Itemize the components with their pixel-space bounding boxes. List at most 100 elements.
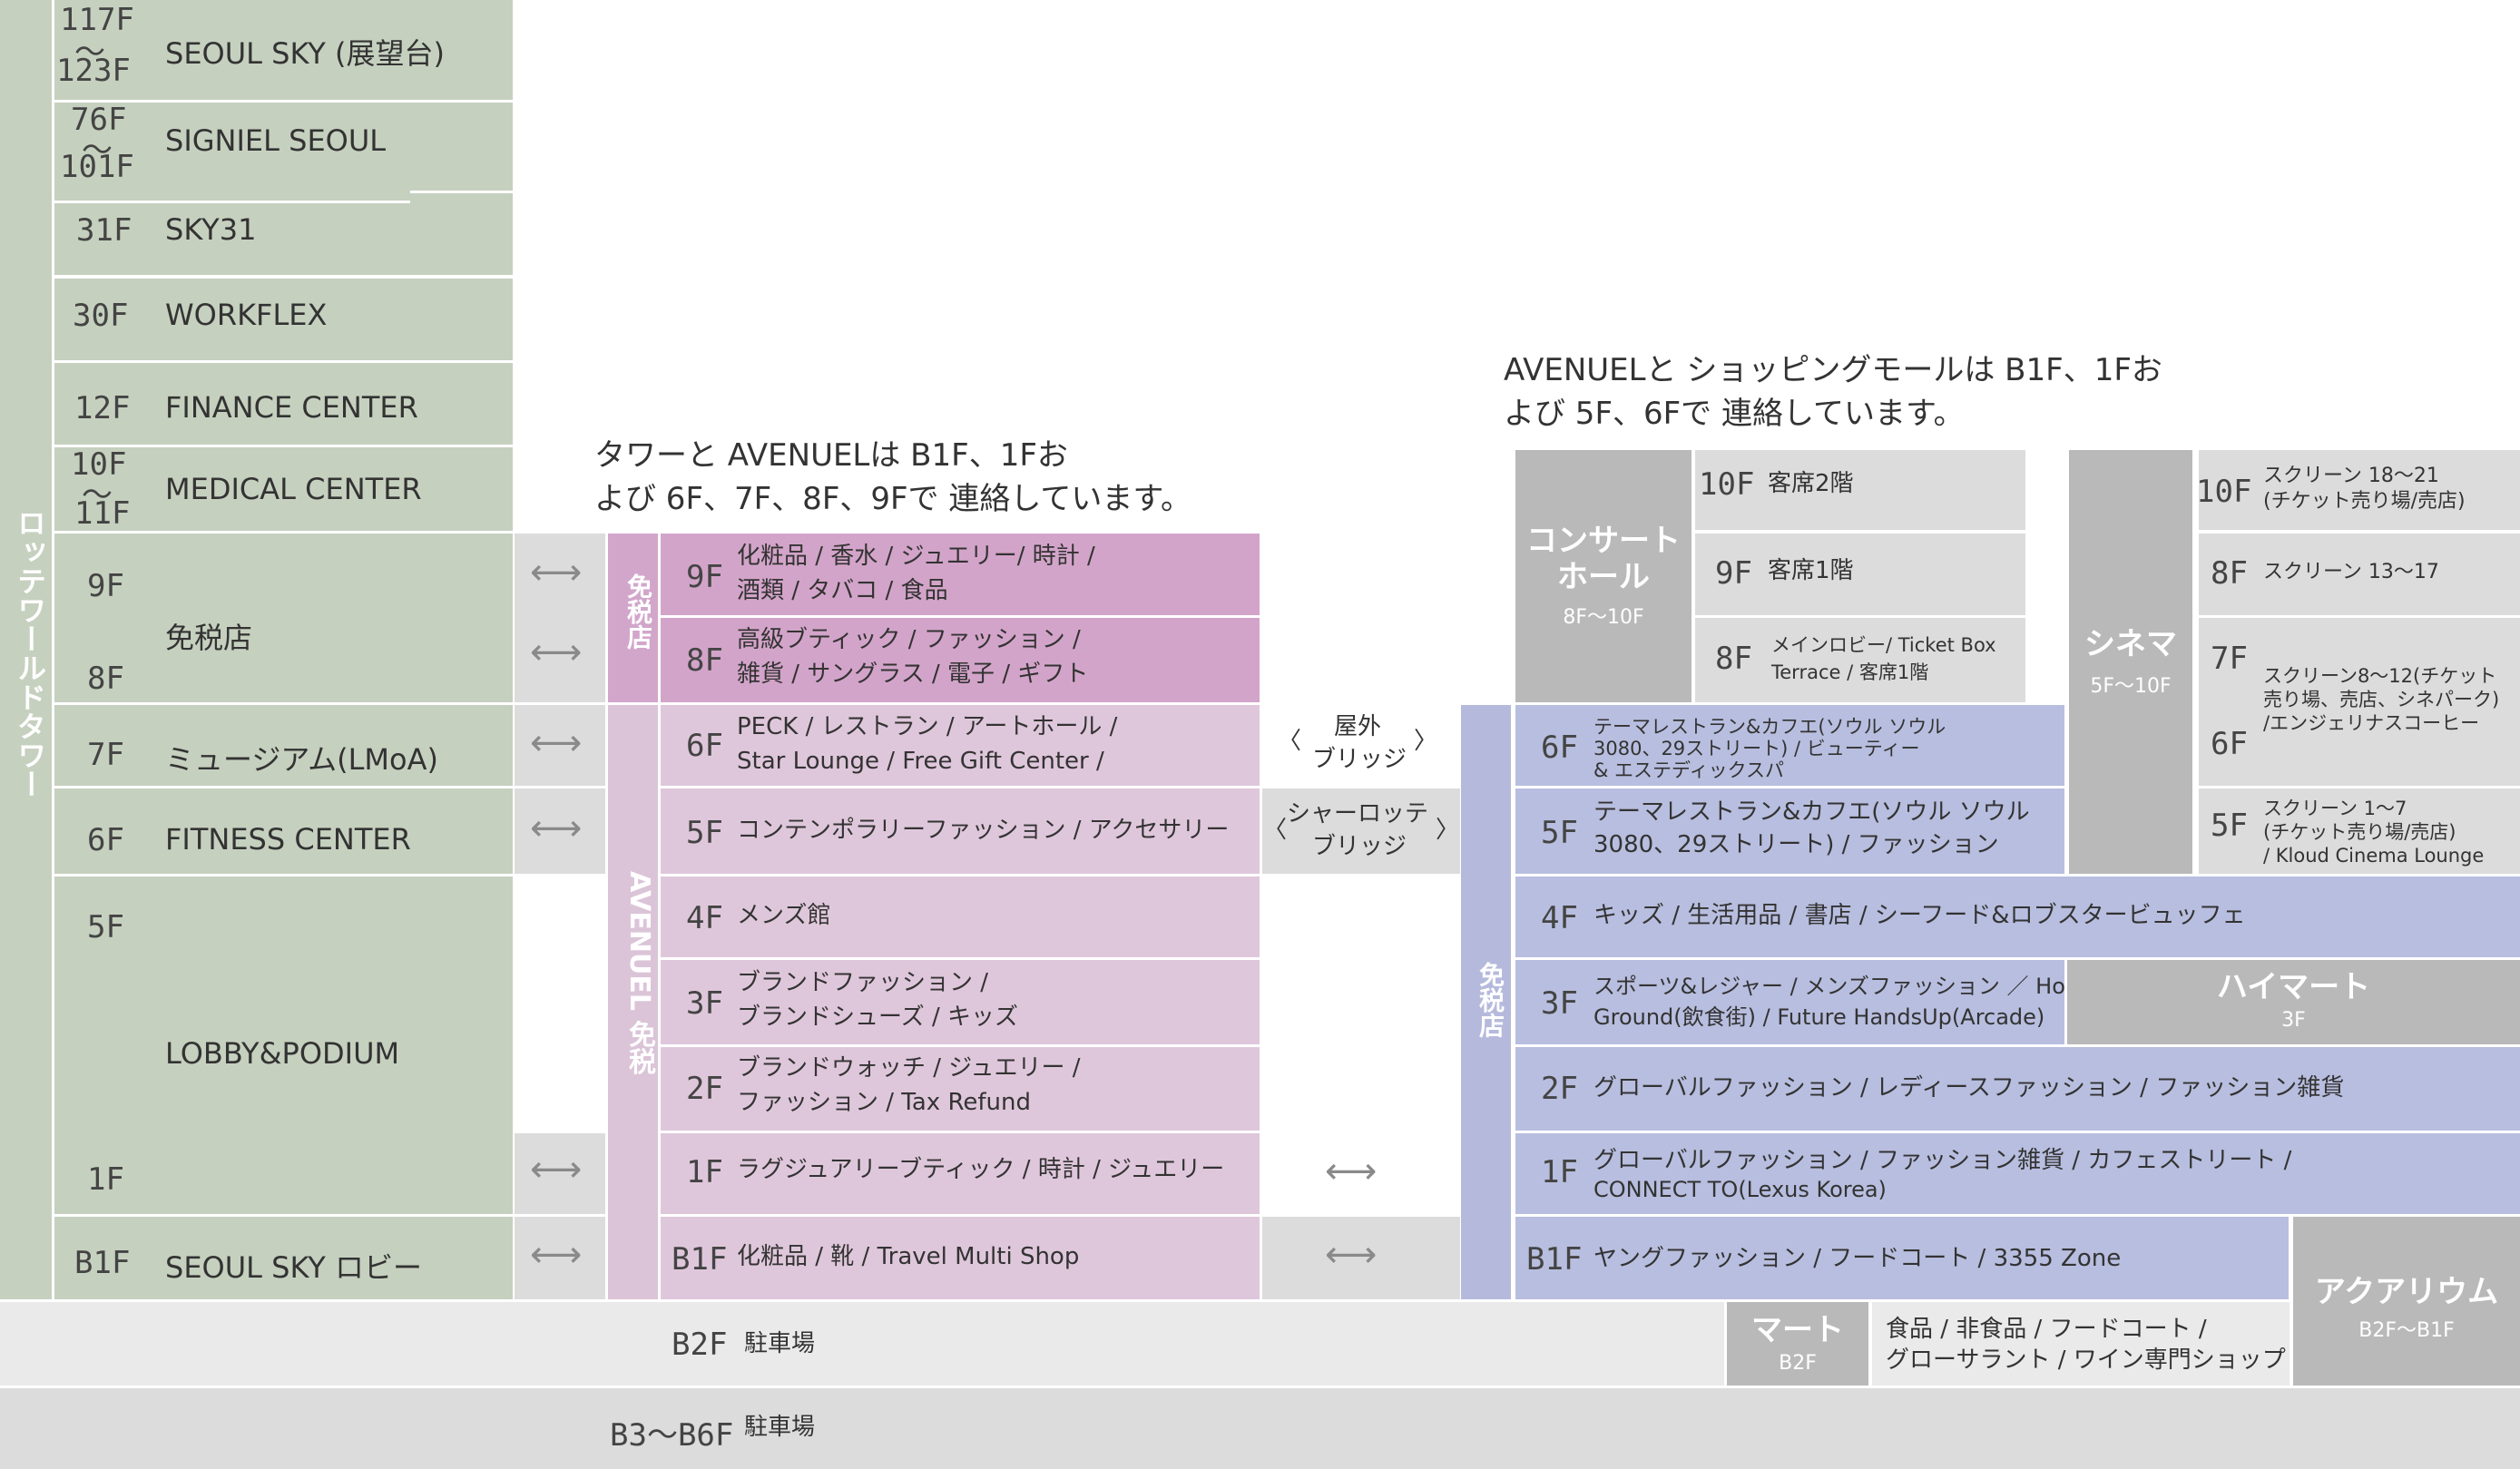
tower-floor-name: MEDICAL CENTER <box>165 472 422 506</box>
tower-floor-name: FINANCE CENTER <box>165 390 418 425</box>
floor-label: 6F <box>87 822 124 858</box>
tower-floor-name: ミュージアム(LMoA) <box>165 742 438 777</box>
aquarium-range: B2F〜B1F <box>2358 1319 2455 1342</box>
floor-label: 8F <box>87 661 124 697</box>
floor-label: 5F <box>2211 808 2248 844</box>
floor-label: 3F <box>686 985 723 1022</box>
cinema-range: 5F〜10F <box>2090 675 2172 698</box>
outdoor-bridge-label: ブリッジ <box>1312 746 1407 773</box>
floor-label: 2F <box>686 1071 723 1107</box>
floor-label: 9F <box>87 568 124 604</box>
connect-arrow: ⟷ <box>530 722 583 764</box>
floor-label: 4F <box>1541 900 1578 936</box>
avenuel-row-text: コンテンポラリーファッション / アクセサリー <box>737 817 1230 844</box>
floor-label: 5F <box>1541 815 1578 851</box>
floor-label: 9F <box>686 559 723 595</box>
tower-floor-name: LOBBY&PODIUM <box>165 1036 400 1071</box>
mall-row-text: Ground(飲食街) / Future HandsUp(Arcade) <box>1593 1004 2045 1030</box>
floor-label: 1F <box>686 1154 723 1190</box>
avenuel-row-text: 酒類 / タバコ / 食品 <box>737 577 948 604</box>
floor-label-bottom: 11F <box>74 495 131 532</box>
connect-arrow: ⟷ <box>1325 1151 1378 1192</box>
floor-label: 1F <box>87 1161 124 1198</box>
avenuel-row-text: ブランドシューズ / キッズ <box>737 1004 1018 1031</box>
floor-label: B3〜B6F <box>610 1417 734 1454</box>
avenuel-dutyfree-label: 免税店 <box>623 573 653 650</box>
mall-dutyfree-label: 免税店 <box>1476 962 1505 1038</box>
avenuel-row-text: ファッション / Tax Refund <box>737 1089 1031 1116</box>
note-avenuel-mall-line2: よび 5F、6Fで 連絡しています。 <box>1504 396 1965 432</box>
basement-b3-b6 <box>0 1388 2520 1469</box>
tower-floor-name: SEOUL SKY ロビー <box>165 1250 423 1285</box>
mall-row-text: テーマレストラン&カフエ(ソウル ソウル <box>1593 716 1946 738</box>
floor-label: B1F <box>672 1241 728 1278</box>
avenuel-row-text: ブランドファッション / <box>737 969 989 996</box>
avenuel-vertical-label: AVENUEL 免税 <box>623 871 655 1075</box>
avenuel-row-text: ラグジュアリーブティック / 時計 / ジュエリー <box>737 1156 1225 1183</box>
mall-row-text: キッズ / 生活用品 / 書店 / シーフード&ロブスタービュッフェ <box>1593 902 2246 929</box>
floor-label: 12F <box>74 390 131 426</box>
concert-hall-title: コンサート <box>1526 523 1681 559</box>
cinema-row-text: (チケット売り場/売店) <box>2263 821 2456 843</box>
floor-label: 2F <box>1541 1071 1578 1107</box>
floor-label: 4F <box>686 900 723 936</box>
outdoor-bridge-label: 屋外 <box>1334 713 1382 740</box>
floor-label: 10F <box>1699 466 1755 503</box>
floor-label: 8F <box>1715 641 1752 677</box>
tower-floor-name: SIGNIEL SEOUL <box>165 123 387 158</box>
floor-label: 6F <box>2211 726 2248 762</box>
mart-text: グローサラント / ワイン専門ショップ <box>1886 1347 2286 1374</box>
floor-label: 6F <box>686 728 723 764</box>
outdoor-bridge-bracket-right: 〉 <box>1414 728 1438 755</box>
floor-label-bottom: 101F <box>60 149 134 185</box>
floor-label: 7F <box>87 737 124 773</box>
floor-label: 3F <box>1541 985 1578 1022</box>
connect-arrow: ⟷ <box>530 1234 583 1276</box>
floor-label: 5F <box>87 909 124 945</box>
tower-title: ロッテワールドタワー <box>13 508 47 798</box>
concert-row-text: 客席2階 <box>1768 470 1854 497</box>
charlotte-bridge-bracket-left: 〈 <box>1263 817 1288 844</box>
avenuel-row-text: 化粧品 / 靴 / Travel Multi Shop <box>737 1243 1080 1270</box>
mall-row-text: グローバルファッション / レディースファッション / ファッション雑貨 <box>1593 1074 2345 1102</box>
cinema-row-text: スクリーン 13〜17 <box>2263 561 2439 583</box>
floor-label: 1F <box>1541 1154 1578 1190</box>
charlotte-bridge-bracket-right: 〉 <box>1436 817 1460 844</box>
outdoor-bridge-bracket-left: 〈 <box>1278 728 1302 755</box>
cinema-row-text: (チケット売り場/売店) <box>2263 490 2466 513</box>
connect-arrow: ⟷ <box>1325 1234 1378 1276</box>
floor-label: 31F <box>76 212 132 249</box>
floor-guide-diagram: ロッテワールドタワー 117F 〜 123F SEOUL SKY (展望台) 7… <box>0 0 2520 1469</box>
connect-arrow: ⟷ <box>530 632 583 673</box>
avenuel-row-text: メンズ館 <box>737 902 831 929</box>
avenuel-row-text: Star Lounge / Free Gift Center / <box>737 748 1104 775</box>
floor-label: 8F <box>2211 555 2248 592</box>
mart-floor: B2F <box>1779 1352 1817 1375</box>
mart-text: 食品 / 非食品 / フードコート / <box>1886 1316 2207 1343</box>
basement-name: 駐車場 <box>744 1414 816 1441</box>
mall-row-text: テーマレストラン&カフエ(ソウル ソウル <box>1593 798 2030 826</box>
cinema-row-text: スクリーン 18〜21 <box>2263 465 2439 487</box>
tower-floor-name: SKY31 <box>165 212 257 247</box>
cinema-row-text: スクリーン8〜12(チケット <box>2263 665 2497 687</box>
floor-label: 9F <box>1715 555 1752 592</box>
himart-floor: 3F <box>2281 1009 2306 1032</box>
mall-row-text: 3080、29ストリート) / ビューティー <box>1593 738 1920 759</box>
avenuel-row-text: 高級ブティック / ファッション / <box>737 626 1081 653</box>
concert-row-text: メインロビー/ Ticket Box <box>1771 634 1996 656</box>
floor-label: 30F <box>73 298 129 334</box>
note-tower-avenuel-line2: よび 6F、7F、8F、9Fで 連絡しています。 <box>594 481 1191 517</box>
mall-row-text: スポーツ&レジャー / メンズファッション ／ Hong <box>1593 974 2093 999</box>
avenuel-row-text: ブランドウォッチ / ジュエリー / <box>737 1054 1081 1082</box>
floor-label: B1F <box>1526 1241 1583 1278</box>
avenuel-row-text: PECK / レストラン / アートホール / <box>737 713 1118 740</box>
charlotte-bridge-label: ブリッジ <box>1312 833 1407 860</box>
cinema-row-text: /エンジェリナスコーヒー <box>2263 712 2480 734</box>
tower-floor-name: FITNESS CENTER <box>165 822 411 857</box>
note-avenuel-mall-line1: AVENUELと ショッピングモールは B1F、1Fお <box>1504 352 2162 388</box>
aquarium-title: アクアリウム <box>2314 1274 2499 1310</box>
floor-label: 7F <box>2211 641 2248 677</box>
basement-name: 駐車場 <box>744 1330 816 1357</box>
floor-label: 10F <box>2196 474 2252 510</box>
avenuel-row-text: 雑貨 / サングラス / 電子 / ギフト <box>737 661 1089 688</box>
